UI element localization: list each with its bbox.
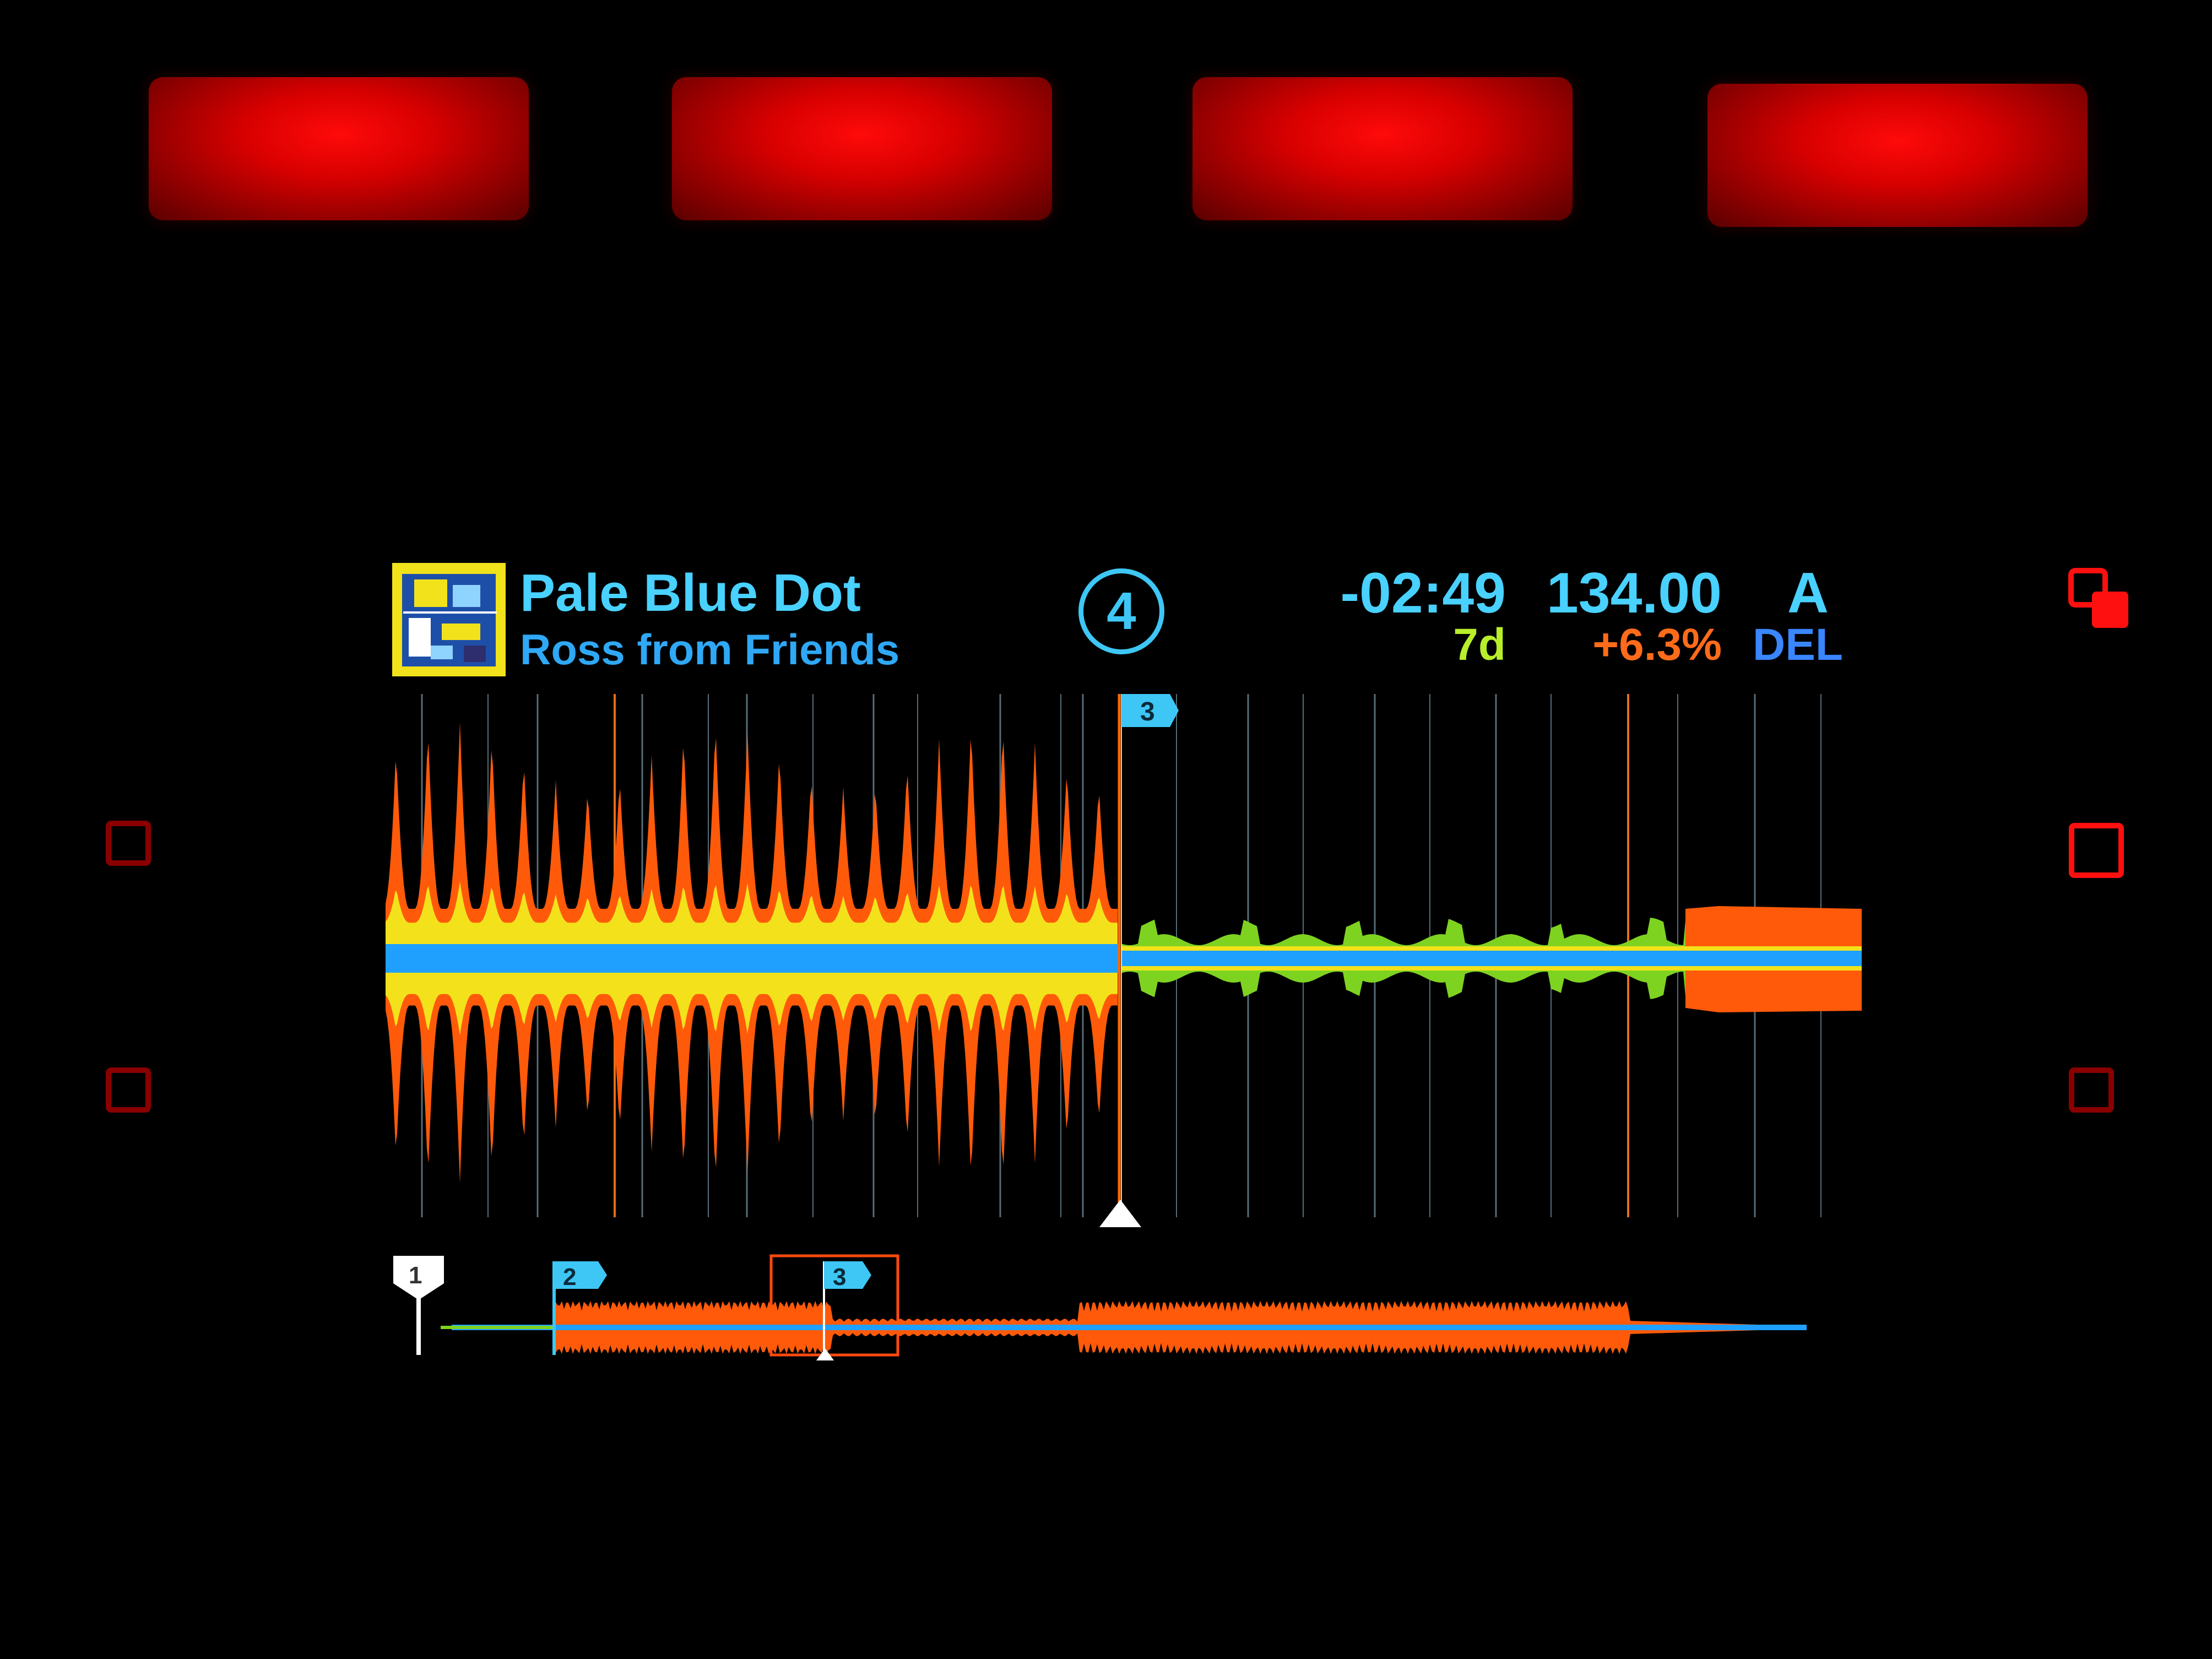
overview-cue-1-label: 1 (409, 1262, 422, 1289)
track-overview[interactable]: 1 2 3 (386, 1250, 1862, 1382)
deck-number: 4 (1107, 582, 1136, 641)
overview-cue-1[interactable]: 1 (393, 1256, 444, 1355)
overview-intro-band (441, 1326, 554, 1329)
deck-number-badge: 4 (1078, 568, 1164, 654)
track-artist: Ross from Friends (520, 625, 900, 674)
controller-panel: Pale Blue Dot Ross from Friends 4 -02:49… (0, 0, 2212, 1659)
waveform-low-band-right (1121, 951, 1862, 966)
pitch-readout: +6.3% (1592, 620, 1722, 670)
performance-pad-3[interactable] (1192, 77, 1573, 220)
track-title: Pale Blue Dot (520, 563, 861, 622)
cue-flag-3-label: 3 (1140, 697, 1155, 727)
fx-readout: DEL (1753, 620, 1843, 670)
duplicate-icon[interactable] (2067, 566, 2133, 632)
key-readout: 7d (1453, 620, 1506, 670)
time-remaining: -02:49 (1340, 561, 1506, 625)
performance-pad-1[interactable] (149, 77, 529, 220)
performance-pad-4[interactable] (1707, 84, 2088, 227)
zoomed-waveform[interactable]: 3 (386, 688, 1862, 1239)
sync-mode: A (1787, 561, 1829, 625)
right-button-2[interactable] (2069, 1067, 2114, 1113)
left-button-2[interactable] (106, 1067, 151, 1113)
overview-cue-3-label: 3 (833, 1264, 846, 1291)
overview-low-band (452, 1325, 1807, 1330)
waveform-low-band (386, 944, 1118, 973)
performance-pad-2[interactable] (672, 77, 1052, 220)
right-button-1[interactable] (2069, 823, 2124, 878)
overview-cue-2-label: 2 (563, 1264, 576, 1291)
triangle-up-icon (1099, 1200, 1141, 1227)
album-art (392, 563, 506, 676)
left-button-1[interactable] (106, 821, 151, 866)
cue-flag-3[interactable]: 3 (1121, 694, 1179, 727)
bpm-readout: 134.00 (1546, 561, 1722, 625)
